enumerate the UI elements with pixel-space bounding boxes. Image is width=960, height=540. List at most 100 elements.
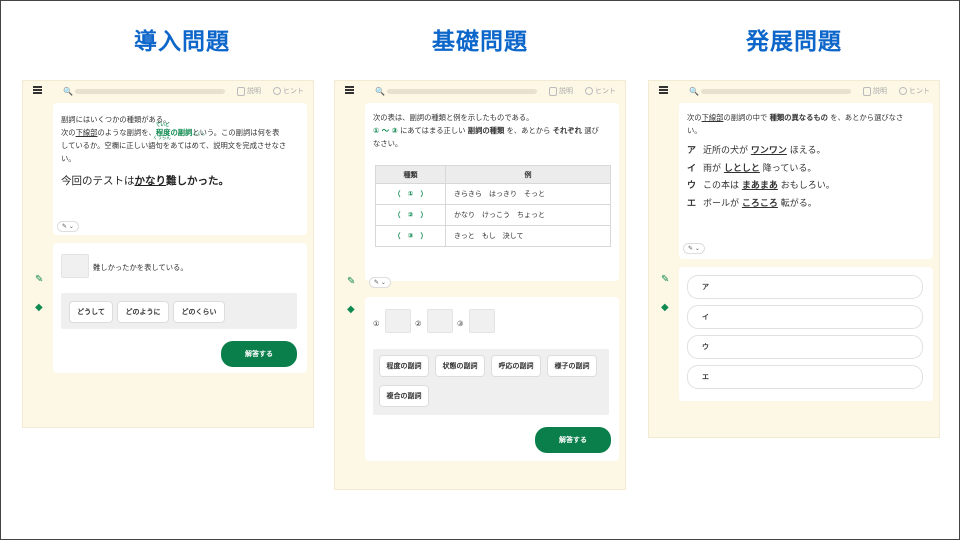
progress-bar — [701, 89, 851, 94]
hint-button[interactable]: ヒント — [899, 86, 930, 96]
underlined-adverb: かなり — [134, 175, 167, 187]
lightbulb-icon — [273, 87, 281, 95]
hint-label: ヒント — [283, 87, 304, 95]
text: ボールが — [703, 198, 740, 209]
table-cell: （ ③ ） — [375, 225, 446, 247]
option-button[interactable]: 呼応の副詞 — [491, 355, 541, 377]
text: を、あとから選びなさ — [830, 113, 904, 122]
sentence-key: エ — [687, 198, 697, 209]
question-text: 次の下線部の副詞の中で 種類の異なるもの を、あとから選びなさ い。 — [687, 111, 925, 137]
table-header: 例 — [445, 165, 611, 184]
sentence-key: ウ — [687, 181, 697, 191]
eraser-icon[interactable]: ◆ — [347, 305, 357, 315]
search-icon[interactable]: 🔍 — [63, 87, 73, 96]
heading-basic: 基礎問題 — [432, 29, 528, 55]
lightbulb-icon — [899, 87, 907, 95]
text: の副詞の中で — [723, 113, 768, 122]
progress-bar — [75, 89, 225, 94]
eraser-icon[interactable]: ◆ — [661, 303, 671, 313]
heading-intro: 導入問題 — [134, 29, 230, 55]
answer-option[interactable]: イ — [687, 305, 923, 329]
question-line: くうらん しているか。空欄に正しい語句をあてはめて、説明文を完成させなさ — [61, 136, 287, 152]
text: それぞれ — [552, 126, 582, 135]
question-line: なさい。 — [373, 139, 403, 148]
toolbar: 🔍 説明 ヒント — [23, 81, 313, 103]
document-icon — [549, 86, 557, 96]
answer-blank[interactable] — [385, 309, 411, 333]
explain-label: 説明 — [247, 87, 261, 95]
edit-toggle[interactable]: ✎ ⌄ — [57, 221, 79, 232]
question-card: 副詞にはいくつかの種類がある。 次の下線部のような副詞を、 ていど 程度の副詞 ふくし… — [53, 103, 307, 235]
question-line: い。 — [61, 154, 76, 163]
panel-basic: 🔍 説明 ヒント 次の表は、副詞の種類と例を示したものである。 ① 〜 ③ にあ… — [334, 80, 626, 490]
document-icon — [237, 86, 245, 96]
sentence-item: ウこの本は まあまあ おもしろい。 — [687, 178, 925, 196]
question-line: 副詞にはいくつかの種類がある。 — [61, 115, 171, 124]
option-button[interactable]: どのように — [117, 301, 169, 323]
answer-option[interactable]: エ — [687, 365, 923, 389]
answer-blank[interactable] — [469, 309, 495, 333]
hint-button[interactable]: ヒント — [273, 86, 304, 96]
toolbar: 🔍 説明 ヒント — [335, 81, 625, 103]
menu-icon[interactable] — [345, 86, 354, 94]
blank-label: ③ — [457, 319, 464, 328]
pencil-icon[interactable]: ✎ — [35, 275, 45, 285]
option-button[interactable]: 複合の副詞 — [379, 385, 429, 407]
sentence-item: イ雨が しとしと 降っている。 — [687, 161, 925, 179]
progress-bar — [387, 89, 537, 94]
table-row: （ ① ）きらきら はっきり そっと — [375, 183, 611, 205]
submit-button[interactable]: 解答する — [221, 341, 297, 367]
answer-blank[interactable] — [61, 254, 89, 278]
text: しているか。空欄に正しい語句をあてはめて、説明文を完成させなさ — [61, 141, 287, 150]
lightbulb-icon — [585, 87, 593, 95]
text: 種類の異なるもの — [769, 113, 828, 122]
edit-toggle[interactable]: ✎ ⌄ — [369, 277, 391, 288]
pencil-icon[interactable]: ✎ — [347, 277, 357, 287]
text: 次の — [687, 113, 702, 122]
option-button[interactable]: どうして — [69, 301, 113, 323]
underlined-adverb: まあまあ — [741, 181, 778, 191]
underlined-adverb: ころころ — [741, 198, 778, 209]
pencil-icon[interactable]: ✎ — [661, 275, 671, 285]
explain-button[interactable]: 説明 — [237, 86, 261, 96]
explain-label: 説明 — [559, 87, 573, 95]
question-line: ① 〜 ③ にあてはまる正しい 副詞の種類 を、あとから それぞれ 選び — [373, 124, 611, 137]
underlined-adverb: しとしと — [723, 163, 760, 174]
option-button[interactable]: 程度の副詞 — [379, 355, 429, 377]
search-icon[interactable]: 🔍 — [375, 87, 385, 96]
search-icon[interactable]: 🔍 — [689, 87, 699, 96]
explain-label: 説明 — [873, 87, 887, 95]
question-card: 次の下線部の副詞の中で 種類の異なるもの を、あとから選びなさ い。 ア近所の犬… — [679, 103, 933, 259]
answer-text: 難しかったかを表している。 — [93, 263, 188, 272]
table-row: （ ③ ）きっと もし 決して — [375, 225, 611, 247]
text: 難しかった。 — [166, 175, 229, 187]
text: おもしろい。 — [780, 181, 835, 191]
submit-button[interactable]: 解答する — [535, 427, 611, 453]
text: ① 〜 ③ — [373, 126, 398, 135]
text: 下線部 — [701, 113, 724, 122]
table-cell: （ ① ） — [375, 183, 446, 205]
option-button[interactable]: 状態の副詞 — [435, 355, 485, 377]
table-header: 種類 — [375, 165, 446, 184]
menu-icon[interactable] — [33, 86, 42, 94]
text: を、あとから — [506, 126, 551, 135]
explain-button[interactable]: 説明 — [863, 86, 887, 96]
explain-button[interactable]: 説明 — [549, 86, 573, 96]
option-button[interactable]: どのくらい — [173, 301, 225, 323]
ruby: ていど — [155, 123, 170, 128]
question-line: 次の下線部のような副詞を、 ていど 程度の副詞 ふくし という。この副詞は何を表 — [61, 123, 299, 139]
hint-label: ヒント — [595, 87, 616, 95]
heading-advanced: 発展問題 — [746, 29, 842, 55]
menu-icon[interactable] — [659, 86, 668, 94]
hint-button[interactable]: ヒント — [585, 86, 616, 96]
answer-blank[interactable] — [427, 309, 453, 333]
answer-option[interactable]: ア — [687, 275, 923, 299]
option-button[interactable]: 様子の副詞 — [547, 355, 597, 377]
edit-toggle[interactable]: ✎ ⌄ — [683, 243, 705, 254]
answer-option[interactable]: ウ — [687, 335, 923, 359]
eraser-icon[interactable]: ◆ — [35, 303, 45, 313]
blank-label: ② — [415, 319, 422, 328]
text: 近所の犬が — [703, 146, 749, 156]
question-text: 次の表は、副詞の種類と例を示したものである。 ① 〜 ③ にあてはまる正しい 副… — [373, 111, 611, 150]
question-line: 次の表は、副詞の種類と例を示したものである。 — [373, 113, 534, 122]
